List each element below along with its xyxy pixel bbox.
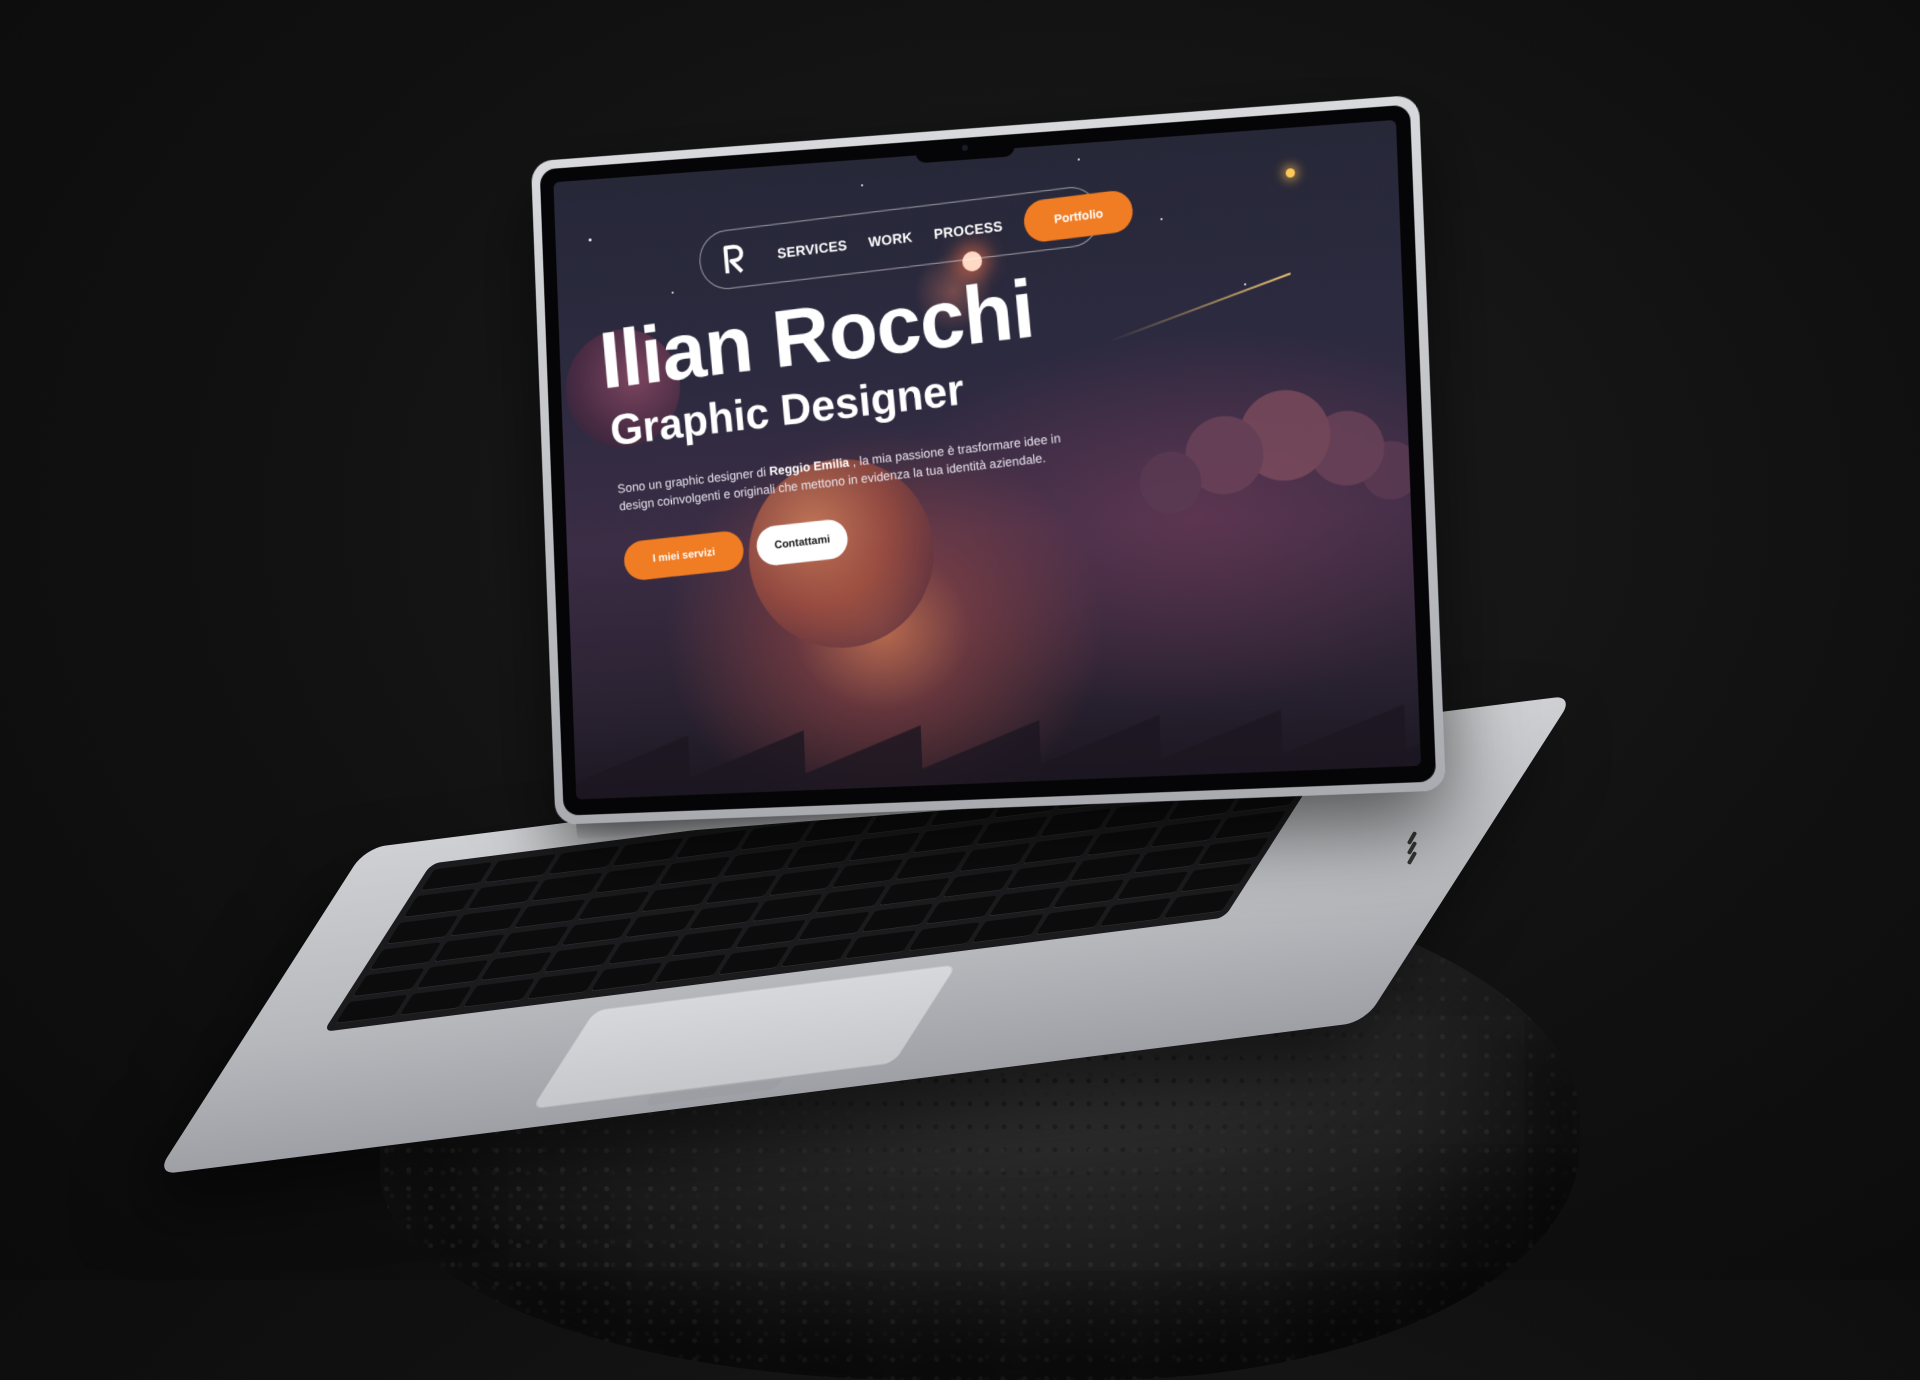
keyboard-key (513, 899, 586, 929)
laptop-lid-wrapper: SERVICES WORK PROCESS Portfolio Ilian Ro… (530, 94, 1446, 828)
star-dot (588, 238, 592, 242)
keyboard-key (653, 954, 726, 984)
keyboard-key (687, 901, 760, 931)
keyboard-key (403, 888, 476, 918)
comet-illustration (1108, 272, 1291, 343)
keyboard-key (530, 872, 603, 902)
keyboard-key (450, 907, 523, 937)
keyboard-key (433, 933, 506, 963)
keyboard-key (641, 882, 714, 912)
keyboard-key (832, 858, 905, 888)
keyboard-key (785, 840, 858, 870)
keyboard-key (658, 856, 731, 886)
services-button[interactable]: I miei servizi (622, 529, 746, 582)
keyboard-key (861, 903, 934, 933)
keyboard-key (751, 893, 824, 923)
keyboard-key (399, 986, 472, 1016)
keyboard-key (768, 866, 841, 896)
star-dot (1160, 218, 1163, 221)
portfolio-button[interactable]: Portfolio (1022, 188, 1135, 244)
keyboard-key (560, 917, 633, 947)
keyboard-key (496, 925, 569, 955)
orb-illustration (1285, 168, 1296, 178)
keyboard-key (1163, 890, 1236, 920)
laptop-ports (1405, 830, 1445, 890)
keyboard-key (547, 845, 620, 875)
star-dot (671, 291, 674, 294)
clouds-illustration (1105, 354, 1418, 535)
keyboard-key (1180, 863, 1253, 893)
keyboard-key (989, 887, 1062, 917)
keyboard-key (624, 909, 697, 939)
keyboard-key (607, 936, 680, 966)
keyboard-key (781, 938, 854, 968)
keyboard-key (849, 832, 922, 862)
star-dot (1244, 283, 1247, 286)
keyboard-key (1069, 853, 1142, 883)
keyboard-key (467, 880, 540, 910)
keyboard-key (543, 944, 616, 974)
keyboard-key (1116, 871, 1189, 901)
keyboard-key (1035, 906, 1108, 936)
keyboard-key (577, 891, 650, 920)
keyboard-key (895, 850, 968, 880)
keyboard-key (352, 968, 425, 998)
r-monogram-icon[interactable] (722, 242, 746, 276)
keyboard-key (590, 962, 663, 992)
keyboard-key (704, 874, 777, 904)
keyboard-key (717, 946, 790, 976)
keyboard-key (386, 915, 459, 945)
keyboard-key (479, 952, 552, 982)
nav-link-work[interactable]: WORK (868, 229, 913, 250)
keyboard-key (912, 824, 985, 854)
laptop-lid: SERVICES WORK PROCESS Portfolio Ilian Ro… (530, 94, 1446, 825)
keyboard-key (526, 970, 599, 1000)
keyboard-key (942, 869, 1015, 899)
keyboard-key (1023, 834, 1096, 864)
hero-section: Ilian Rocchi Graphic Designer Sono un gr… (596, 259, 1126, 583)
keyboard-key (972, 914, 1045, 944)
keyboard-key (1052, 879, 1125, 909)
keyboard-key (815, 885, 888, 915)
mountains-illustration (572, 653, 1422, 800)
product-mockup-scene: SERVICES WORK PROCESS Portfolio Ilian Ro… (0, 0, 1920, 1380)
keyboard-key (1086, 826, 1159, 856)
keyboard-key (484, 853, 557, 883)
keyboard-key (721, 848, 794, 878)
keyboard-key (611, 837, 684, 867)
keyboard-key (908, 922, 981, 952)
nav-link-process[interactable]: PROCESS (933, 218, 1003, 242)
nav-link-services[interactable]: SERVICES (777, 237, 848, 261)
screen-bezel: SERVICES WORK PROCESS Portfolio Ilian Ro… (539, 104, 1437, 816)
keyboard-key (734, 919, 807, 949)
keyboard-key (925, 895, 998, 925)
keyboard-key (1099, 898, 1172, 928)
keyboard-key (878, 877, 951, 907)
keyboard-key (335, 994, 408, 1024)
keyboard-key (675, 829, 748, 859)
keyboard-key (462, 978, 535, 1008)
star-dot (1077, 158, 1080, 161)
keyboard-key (1197, 836, 1270, 866)
star-dot (861, 184, 864, 187)
keyboard-key (1133, 845, 1206, 875)
keyboard-key (798, 911, 871, 941)
website-screen: SERVICES WORK PROCESS Portfolio Ilian Ro… (553, 119, 1422, 800)
keyboard-key (959, 842, 1032, 872)
keyboard-key (1006, 861, 1079, 891)
keyboard-key (420, 862, 493, 892)
keyboard-key (844, 930, 917, 960)
keyboard-key (416, 960, 489, 990)
keyboard-key (670, 928, 743, 958)
keyboard-key (594, 864, 667, 894)
keyboard-key (369, 941, 442, 971)
